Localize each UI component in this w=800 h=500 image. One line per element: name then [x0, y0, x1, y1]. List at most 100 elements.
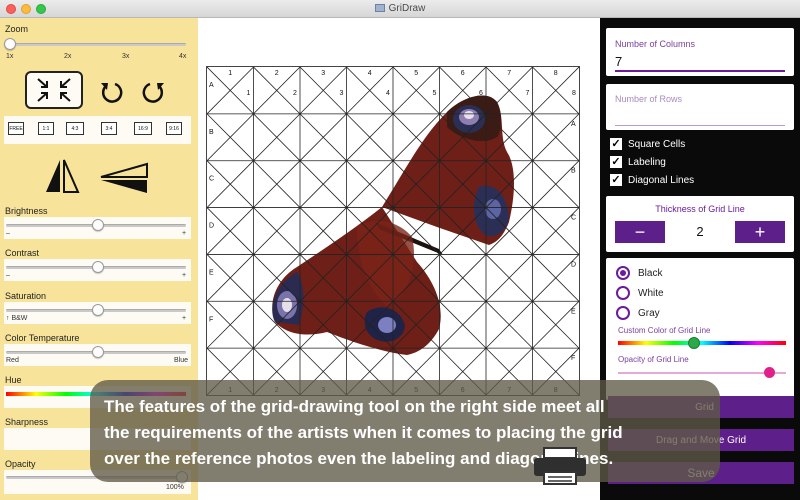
grid-row-label: D: [209, 223, 214, 230]
opacity-label: Opacity: [5, 459, 36, 469]
grid-row-label-right: D: [571, 261, 576, 268]
grid-row-label: C: [209, 176, 214, 183]
ratio-9-16-button[interactable]: 9:16: [166, 122, 182, 135]
brightness-label: Brightness: [5, 206, 48, 216]
rotate-right-button[interactable]: [140, 78, 168, 106]
caption-line: The features of the grid-drawing tool on…: [104, 397, 605, 416]
grid-row-label: B: [209, 129, 214, 136]
fit-to-screen-button[interactable]: [25, 71, 83, 109]
columns-card: Number of Columns 7: [606, 28, 794, 76]
range-max: +: [182, 315, 187, 322]
grid-row-label-right: B: [571, 168, 576, 175]
contrast-label: Contrast: [5, 248, 40, 258]
aspect-ratio-bar: [4, 116, 191, 144]
grid-opacity-label: Opacity of Grid Line: [618, 355, 689, 364]
grid-overlay: 1234567812345678ABCDEFABCDEF12345678: [206, 66, 580, 396]
app-icon: [374, 4, 385, 12]
custom-color-label: Custom Color of Grid Line: [618, 326, 711, 335]
labeling-checkbox[interactable]: ✓ Labeling: [610, 154, 800, 170]
grid-row-label-right: C: [571, 215, 576, 222]
rows-input[interactable]: [615, 108, 785, 126]
ratio-1-1-button[interactable]: 1:1: [38, 122, 54, 135]
grid-column-label-right: 6: [479, 90, 483, 97]
grid-column-label: 6: [461, 70, 465, 77]
flip-horizontal-button[interactable]: [40, 154, 84, 198]
flip-vertical-button[interactable]: [96, 158, 152, 198]
grid-opacity-knob[interactable]: [764, 367, 775, 378]
checkbox-label: Diagonal Lines: [628, 174, 695, 186]
grid-column-label: 2: [275, 70, 279, 77]
rotate-right-icon: [142, 82, 164, 103]
grid-color-card: Black White Gray Custom Color of Grid Li…: [606, 258, 794, 400]
rotate-left-icon: [101, 82, 123, 103]
radio-label: Black: [638, 267, 663, 279]
zoom-slider[interactable]: [4, 38, 186, 50]
grid-row-label-right: A: [571, 121, 576, 128]
zoom-slider-knob[interactable]: [4, 38, 16, 50]
grid-column-label-right: 2: [293, 90, 297, 97]
thickness-label: Thickness of Grid Line: [655, 204, 745, 214]
contrast-slider[interactable]: [6, 261, 186, 273]
grid-column-label-right: 5: [433, 90, 437, 97]
square-cells-checkbox[interactable]: ✓ Square Cells: [610, 136, 800, 152]
flip-horizontal-icon: [46, 159, 80, 193]
collapse-arrows-icon: [37, 78, 71, 102]
ratio-free-button[interactable]: FREE: [8, 122, 24, 135]
thickness-minus-button[interactable]: −: [615, 221, 665, 243]
saturation-label: Saturation: [5, 291, 47, 301]
grid-column-label-right: 8: [572, 90, 576, 97]
brightness-slider-knob[interactable]: [92, 219, 104, 231]
custom-color-knob[interactable]: [688, 337, 700, 349]
range-min: –: [6, 272, 10, 279]
rows-card: Number of Rows: [606, 84, 794, 130]
radio-selected-icon: [616, 266, 630, 280]
title-bar: GriDraw: [0, 0, 800, 18]
grid-opacity-slider[interactable]: [618, 372, 786, 374]
radio-label: Gray: [638, 307, 660, 319]
thickness-value: 2: [696, 224, 704, 239]
ratio-4-3-button[interactable]: 4:3: [66, 122, 84, 135]
range-min: Red: [6, 357, 19, 364]
color-black-radio[interactable]: Black: [616, 266, 662, 280]
grid-column-label: 1: [228, 70, 232, 77]
contrast-slider-knob[interactable]: [92, 261, 104, 273]
grid-row-label-right: E: [571, 308, 576, 315]
print-button[interactable]: [532, 446, 588, 486]
columns-label: Number of Columns: [615, 39, 696, 49]
saturation-slider[interactable]: [6, 304, 186, 316]
columns-input[interactable]: 7: [615, 54, 785, 72]
grid-canvas[interactable]: 1234567812345678ABCDEFABCDEF12345678: [206, 66, 580, 396]
grid-row-label: E: [209, 269, 214, 276]
grid-column-label-right: 3: [340, 90, 344, 97]
rows-label: Number of Rows: [615, 94, 683, 104]
range-max: Blue: [174, 357, 189, 364]
grid-column-label-right: 1: [247, 90, 251, 97]
ratio-16-9-button[interactable]: 16:9: [134, 122, 152, 135]
rotate-left-button[interactable]: [97, 78, 125, 106]
grid-row-label: F: [209, 316, 213, 323]
window-title-text: GriDraw: [388, 3, 426, 14]
temperature-slider-knob[interactable]: [92, 346, 104, 358]
brightness-slider[interactable]: [6, 219, 186, 231]
checkbox-check-icon: ✓: [610, 137, 622, 150]
thickness-plus-button[interactable]: +: [735, 221, 785, 243]
diagonal-lines-checkbox[interactable]: ✓ Diagonal Lines: [610, 172, 800, 188]
zoom-tick: 4x: [179, 53, 187, 60]
checkbox-label: Square Cells: [628, 138, 686, 150]
radio-label: White: [638, 287, 664, 299]
grid-column-label: 3: [321, 70, 325, 77]
color-white-radio[interactable]: White: [616, 286, 664, 300]
saturation-slider-knob[interactable]: [92, 304, 104, 316]
color-gray-radio[interactable]: Gray: [616, 306, 660, 320]
custom-color-slider[interactable]: [618, 341, 786, 345]
temperature-label: Color Temperature: [5, 333, 80, 343]
range-max: +: [182, 230, 187, 237]
grid-column-label: 7: [507, 70, 511, 77]
ratio-3-4-button[interactable]: 3:4: [101, 122, 117, 135]
temperature-slider[interactable]: [6, 346, 186, 358]
range-min: ↑ B&W: [6, 315, 28, 322]
grid-column-label: 4: [368, 70, 372, 77]
radio-icon: [616, 306, 630, 320]
hue-label: Hue: [5, 375, 22, 385]
checkbox-check-icon: ✓: [610, 155, 622, 168]
